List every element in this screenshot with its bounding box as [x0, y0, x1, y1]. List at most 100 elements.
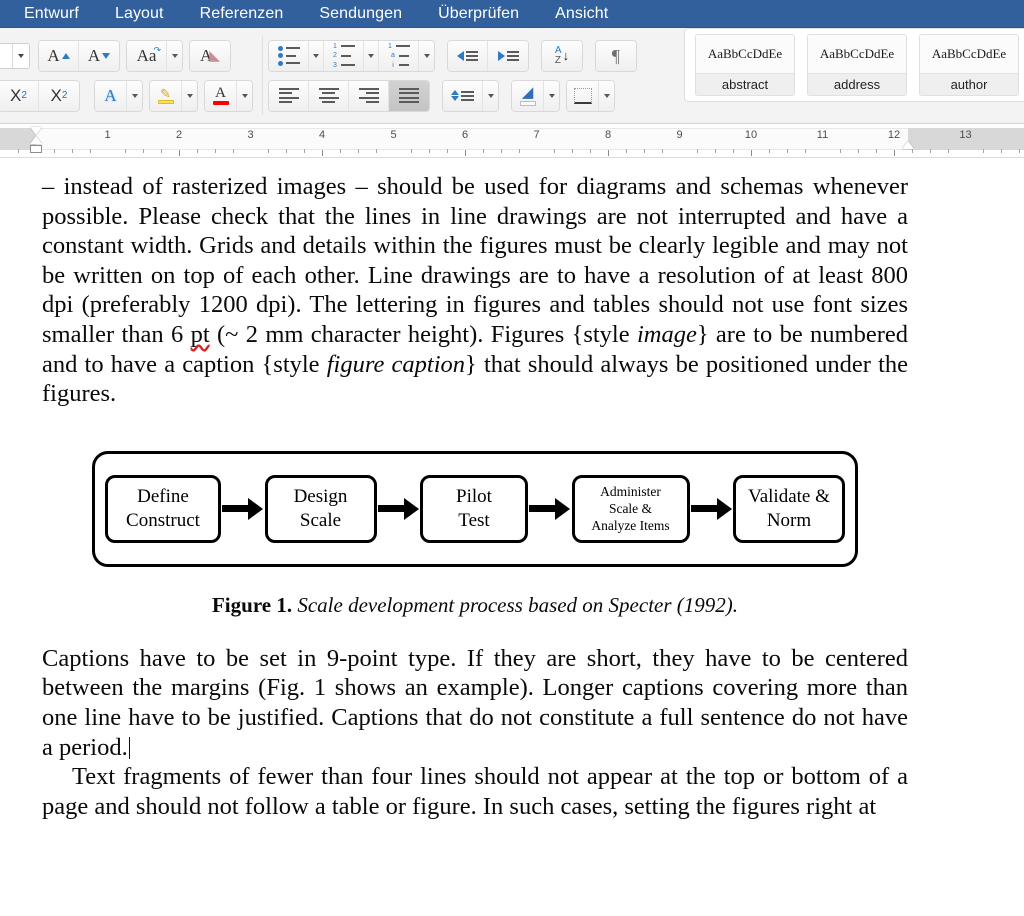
highlight-dropdown[interactable] — [182, 80, 197, 111]
shading-button[interactable]: ◢ — [512, 80, 544, 111]
align-center-button[interactable] — [309, 80, 349, 111]
style-preview: AaBbCcDdEe — [920, 35, 1018, 73]
superscript-button[interactable]: X2 — [39, 80, 79, 111]
ruler-tick — [214, 149, 216, 153]
bullets-dropdown[interactable] — [309, 40, 324, 71]
hanging-indent-marker[interactable] — [30, 136, 42, 144]
chevron-down-icon[interactable] — [12, 43, 29, 68]
ruler-tab-stop[interactable] — [465, 150, 466, 156]
shrink-font-button[interactable]: A — [79, 40, 119, 71]
style-abstract[interactable]: AaBbCcDdEe abstract — [695, 34, 795, 96]
ruler-tab-stop[interactable] — [322, 150, 323, 156]
ruler-tick — [572, 149, 574, 153]
change-case-dropdown[interactable] — [167, 40, 182, 71]
ruler-tick — [161, 149, 163, 153]
horizontal-ruler[interactable]: 1 2 3 4 5 6 7 8 9 10 11 12 13 — [0, 124, 1024, 158]
font-color-button[interactable]: A — [205, 80, 237, 111]
tab-entwurf[interactable]: Entwurf — [6, 0, 97, 28]
ruler-tab-stop[interactable] — [751, 150, 752, 156]
font-color-dropdown[interactable] — [237, 80, 252, 111]
document-canvas[interactable]: – instead of rasterized images – should … — [0, 158, 1024, 916]
paragraph-figures-guidance[interactable]: – instead of rasterized images – should … — [42, 172, 908, 409]
change-case-button[interactable]: Aa ↷ — [127, 40, 167, 71]
numbering-dropdown[interactable] — [364, 40, 379, 71]
misspelled-word-pt[interactable]: pt — [191, 321, 210, 348]
figure-caption[interactable]: Figure 1. Scale development process base… — [42, 593, 908, 618]
sort-cluster: A Z ↓ — [541, 39, 583, 72]
flow-arrow-icon — [222, 497, 264, 520]
flow-box-design-scale[interactable]: Design Scale — [264, 474, 377, 543]
font-group-row-2: X2 X2 A ✎ A — [0, 76, 256, 116]
flow-box-line: Pilot — [456, 485, 492, 507]
numbering-button[interactable]: 1 2 3 — [324, 40, 364, 71]
flow-box-line: Scale — [299, 509, 342, 531]
ruler-tick — [18, 149, 20, 153]
show-formatting-marks-button[interactable]: ¶ — [596, 40, 636, 71]
flow-box-pilot-test[interactable]: Pilot Test — [420, 474, 528, 543]
show-marks-cluster: ¶ — [595, 39, 637, 72]
tab-sendungen[interactable]: Sendungen — [301, 0, 420, 28]
style-name-image: image — [636, 320, 697, 348]
ml-i: i — [392, 61, 394, 69]
ruler-tick — [447, 149, 449, 153]
superscript-marker: 2 — [61, 90, 68, 101]
tab-layout[interactable]: Layout — [97, 0, 182, 28]
flow-box-line: Administer — [600, 484, 661, 500]
shading-dropdown[interactable] — [544, 80, 559, 111]
text-highlight-button[interactable]: ✎ — [150, 80, 182, 111]
ruler-number: 11 — [816, 129, 829, 141]
ruler-tick — [1019, 149, 1021, 153]
tab-ueberpruefen[interactable]: Überprüfen — [420, 0, 537, 28]
flow-box-line: Analyze Items — [591, 518, 670, 534]
ruler-tick — [911, 149, 913, 153]
font-group-row-1: A A Aa ↷ A ◣ — [0, 36, 256, 76]
tab-ansicht[interactable]: Ansicht — [537, 0, 626, 28]
right-indent-marker[interactable] — [902, 141, 914, 149]
ruler-tick — [876, 149, 878, 153]
ruler-number: 4 — [318, 129, 326, 141]
flow-box-line: Define — [137, 485, 189, 507]
align-left-icon — [278, 87, 299, 104]
left-indent-marker[interactable] — [30, 145, 42, 153]
align-left-button[interactable] — [269, 80, 309, 111]
styles-gallery[interactable]: AaBbCcDdEe abstract AaBbCcDdEe address A… — [684, 28, 1024, 102]
clear-formatting-button[interactable]: A ◣ — [190, 40, 230, 71]
flow-box-line: Construct — [126, 509, 200, 531]
borders-dropdown[interactable] — [599, 80, 614, 111]
document-page[interactable]: – instead of rasterized images – should … — [0, 158, 1024, 821]
line-spacing-button[interactable] — [443, 80, 483, 111]
grow-font-button[interactable]: A — [39, 40, 79, 71]
multilevel-list-button[interactable]: 1 a i — [379, 40, 419, 71]
text-effects-button[interactable]: A — [95, 80, 127, 111]
first-line-indent-marker[interactable] — [30, 127, 42, 135]
paragraph-fragments[interactable]: Text fragments of fewer than four lines … — [42, 762, 908, 821]
subscript-button[interactable]: X2 — [0, 80, 39, 111]
font-size-value[interactable] — [0, 44, 12, 68]
tab-referenzen[interactable]: Referenzen — [182, 0, 302, 28]
ruler-tick — [733, 149, 735, 153]
flow-box-administer-scale[interactable]: Administer Scale & Analyze Items — [571, 474, 690, 543]
text-effects-dropdown[interactable] — [127, 80, 142, 111]
ruler-tick — [697, 149, 699, 153]
ruler-tab-stop[interactable] — [894, 150, 895, 156]
style-author[interactable]: AaBbCcDdEe author — [919, 34, 1019, 96]
figure-scale-development[interactable]: Define Construct Design Scale Pilot Test… — [42, 450, 908, 567]
bullets-button[interactable] — [269, 40, 309, 71]
line-spacing-dropdown[interactable] — [483, 80, 498, 111]
ruler-tick — [53, 149, 55, 153]
ruler-tab-stop[interactable] — [179, 150, 180, 156]
paragraph-captions[interactable]: Captions have to be set in 9-point type.… — [42, 644, 908, 762]
multilevel-list-dropdown[interactable] — [419, 40, 434, 71]
flow-box-validate-norm[interactable]: Validate & Norm — [733, 474, 845, 543]
decrease-indent-button[interactable] — [448, 40, 488, 71]
borders-button[interactable] — [567, 80, 599, 111]
ruler-tick — [929, 149, 931, 153]
font-size-combo[interactable] — [0, 42, 30, 69]
align-justify-button[interactable] — [389, 80, 429, 111]
increase-indent-button[interactable] — [488, 40, 528, 71]
style-address[interactable]: AaBbCcDdEe address — [807, 34, 907, 96]
ruler-tab-stop[interactable] — [608, 150, 609, 156]
flow-box-define-construct[interactable]: Define Construct — [105, 474, 221, 543]
align-right-button[interactable] — [349, 80, 389, 111]
sort-button[interactable]: A Z ↓ — [542, 40, 582, 71]
